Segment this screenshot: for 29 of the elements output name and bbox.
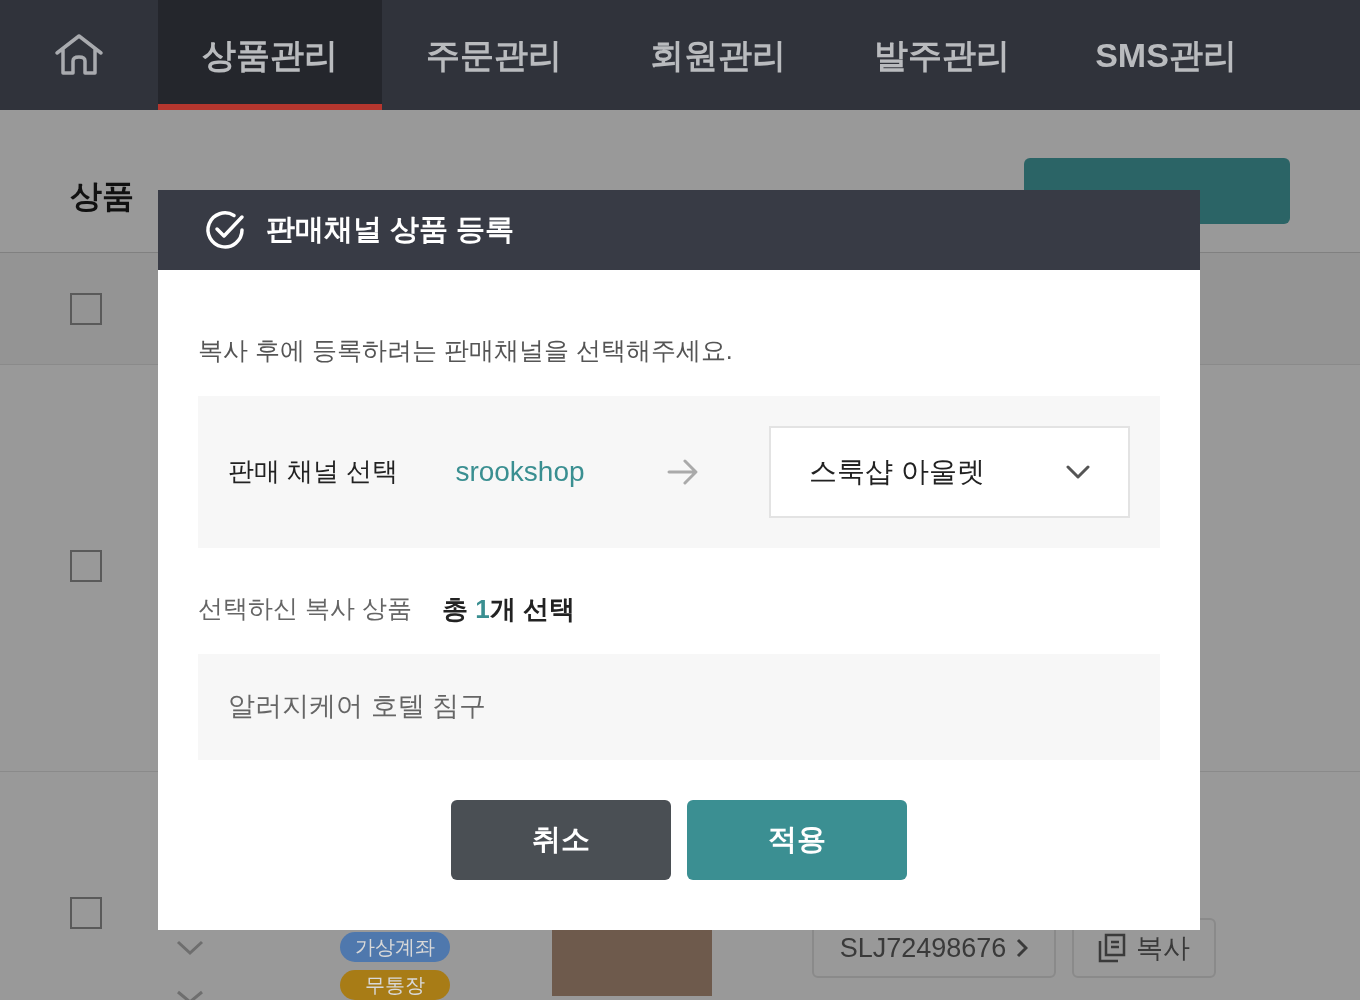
source-channel: srookshop [455, 454, 586, 489]
row-checkbox[interactable] [70, 897, 102, 929]
nav-tab[interactable]: 상품관리 [158, 0, 382, 110]
copy-icon [1098, 933, 1126, 963]
chevron-down-icon[interactable] [176, 990, 204, 1000]
apply-button[interactable]: 적용 [687, 799, 907, 880]
home-icon[interactable] [54, 33, 104, 77]
chevron-down-icon[interactable] [176, 940, 204, 956]
chevron-right-icon [1016, 938, 1029, 958]
check-circle-icon [204, 209, 246, 251]
selection-summary: 총 1개 선택 [442, 592, 575, 626]
selection-label: 선택하신 복사 상품 [198, 593, 413, 625]
payment-tag: 무통장 [340, 970, 450, 1000]
nav-tab[interactable]: 주문관리 [382, 0, 606, 110]
nav-tab[interactable]: 발주관리 [830, 0, 1054, 110]
chevron-down-icon [1066, 464, 1090, 479]
row-checkbox[interactable] [70, 293, 102, 325]
instruction-text: 복사 후에 등록하려는 판매채널을 선택해주세요. [198, 335, 734, 366]
payment-tag: 가상계좌 [340, 932, 450, 962]
nav-tab[interactable]: SMS관리 [1054, 0, 1278, 110]
arrow-right-icon [666, 458, 699, 485]
cancel-button[interactable]: 취소 [451, 799, 671, 880]
row-checkbox[interactable] [70, 550, 102, 582]
nav-tab[interactable]: 회원관리 [606, 0, 830, 110]
selected-product: 알러지케어 호텔 침구 [228, 690, 486, 724]
page-title: 상품 [70, 177, 134, 216]
channel-dropdown[interactable]: 스룩샵 아울렛 [768, 425, 1130, 518]
modal-title: 판매채널 상품 등록 [266, 212, 515, 248]
channel-label: 판매 채널 선택 [228, 455, 400, 488]
